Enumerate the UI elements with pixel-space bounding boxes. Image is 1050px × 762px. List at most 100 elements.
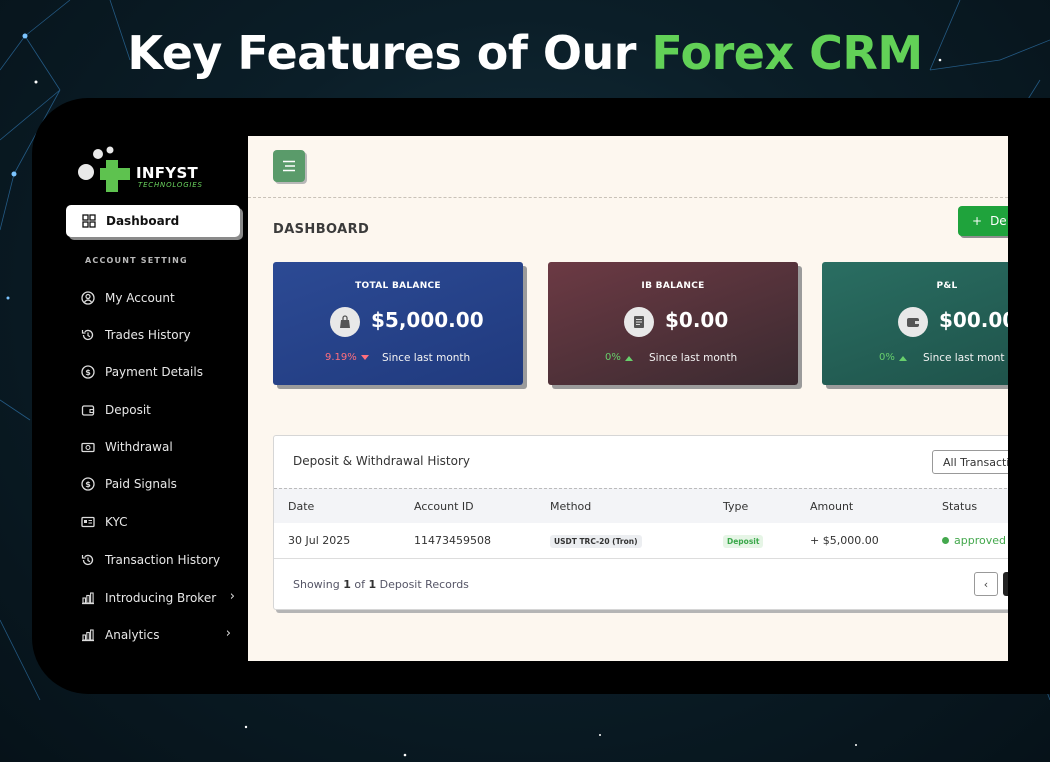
status-dot-icon	[942, 537, 949, 544]
records-total: 1	[368, 578, 377, 591]
sidebar-item-dashboard[interactable]: Dashboard	[66, 205, 240, 237]
deposit-withdrawal-history-panel: Deposit & Withdrawal History All Transac…	[273, 435, 1008, 610]
brand-name: INFYST	[136, 164, 199, 182]
cell-date: 30 Jul 2025	[288, 534, 351, 547]
table-header: Date Account ID Method Type Amount Statu…	[274, 488, 1008, 523]
sidebar-section-heading: ACCOUNT SETTING	[85, 256, 188, 265]
svg-text:$: $	[85, 368, 91, 377]
dollar-circle-icon: $	[81, 365, 95, 379]
ledger-icon	[624, 307, 654, 337]
top-bar	[248, 136, 1008, 198]
method-badge: USDT TRC-20 (Tron)	[550, 535, 642, 548]
chevron-right-icon: ›	[229, 589, 235, 604]
sidebar-item-label: Transaction History	[105, 553, 221, 567]
card-change: 0%	[605, 352, 633, 363]
table-row[interactable]: 30 Jul 2025 11473459508 USDT TRC-20 (Tro…	[274, 523, 1008, 559]
card-value: $00.00	[939, 308, 1008, 332]
records-summary-middle: of	[354, 578, 365, 591]
sidebar-item-paid-signals[interactable]: $ Paid Signals	[81, 473, 231, 495]
column-header-type[interactable]: Type	[723, 500, 748, 513]
caret-down-icon	[360, 354, 369, 360]
card-value: $5,000.00	[371, 308, 484, 332]
sidebar-item-transaction-history[interactable]: Transaction History	[81, 549, 231, 571]
sidebar-item-payment-details[interactable]: $ Payment Details	[81, 361, 231, 383]
card-change: 9.19%	[325, 352, 369, 363]
bar-chart-icon	[82, 592, 94, 605]
bag-icon	[330, 307, 360, 337]
sidebar-item-trades-history[interactable]: Trades History	[81, 324, 231, 346]
hamburger-icon	[283, 160, 295, 172]
sidebar-item-label: Paid Signals	[105, 477, 177, 491]
status-label: approved	[954, 534, 1006, 547]
card-change: 0%	[879, 352, 907, 363]
transaction-filter-select[interactable]: All Transacti	[932, 450, 1008, 474]
caret-up-icon	[624, 355, 633, 361]
total-balance-card: TOTAL BALANCE $5,000.00 9.19% Since last…	[273, 262, 523, 385]
history-icon	[81, 554, 94, 566]
card-since: Since last mont	[923, 352, 1005, 364]
history-title: Deposit & Withdrawal History	[293, 454, 471, 468]
type-badge: Deposit	[723, 535, 764, 548]
records-current: 1	[343, 578, 351, 591]
bar-chart-icon	[82, 629, 94, 642]
records-summary-suffix: Deposit Records	[379, 578, 469, 591]
card-change-value: 9.19%	[325, 352, 357, 363]
pagination-prev-button[interactable]: ‹	[974, 572, 998, 596]
user-circle-icon	[81, 291, 95, 305]
page-title: DASHBOARD	[273, 222, 370, 237]
main-content: DASHBOARD + De TOTAL BALANCE $5,000.00 9…	[248, 136, 1008, 661]
cell-account-id: 11473459508	[414, 534, 491, 547]
deposit-button[interactable]: + De	[958, 206, 1008, 236]
column-header-account-id[interactable]: Account ID	[414, 500, 474, 513]
app-window: INFYST TECHNOLOGIES Dashboard ACCOUNT SE…	[32, 98, 1050, 694]
sidebar: INFYST TECHNOLOGIES Dashboard ACCOUNT SE…	[32, 98, 248, 694]
card-title: IB BALANCE	[641, 281, 705, 291]
wallet-icon	[81, 405, 95, 416]
sidebar-item-deposit[interactable]: Deposit	[81, 399, 231, 421]
grid-icon	[82, 214, 96, 228]
sidebar-item-kyc[interactable]: KYC	[81, 511, 231, 533]
sidebar-item-label: Analytics	[105, 628, 160, 642]
chevron-right-icon: ›	[225, 626, 231, 641]
sidebar-item-withdrawal[interactable]: Withdrawal	[81, 436, 231, 458]
sidebar-item-label: My Account	[105, 291, 175, 305]
column-header-status[interactable]: Status	[942, 500, 977, 513]
headline-prefix: Key Features of Our	[127, 26, 636, 80]
status-badge: approved	[942, 534, 1006, 547]
headline-accent: Forex CRM	[651, 26, 923, 80]
sidebar-item-label: Payment Details	[105, 365, 203, 379]
deposit-button-label: De	[990, 214, 1007, 228]
sidebar-item-label: KYC	[105, 515, 128, 529]
sidebar-item-label: Deposit	[105, 403, 151, 417]
column-header-amount[interactable]: Amount	[810, 500, 853, 513]
svg-text:$: $	[85, 480, 91, 489]
dollar-circle-icon: $	[81, 477, 95, 491]
card-change-value: 0%	[605, 352, 621, 363]
wallet-icon	[898, 307, 928, 337]
card-change-value: 0%	[879, 352, 895, 363]
card-title: P&L	[936, 281, 958, 291]
card-since: Since last month	[649, 352, 738, 364]
sidebar-item-label: Introducing Broker	[105, 591, 217, 605]
cell-amount: + $5,000.00	[810, 534, 879, 547]
sidebar-item-my-account[interactable]: My Account	[81, 287, 231, 309]
sidebar-item-analytics[interactable]: Analytics ›	[81, 624, 231, 646]
ib-balance-card: IB BALANCE $0.00 0% Since last month	[548, 262, 798, 385]
card-since: Since last month	[382, 352, 471, 364]
headline: Key Features of Our Forex CRM	[0, 26, 1050, 80]
caret-up-icon	[898, 355, 907, 361]
pnl-card: P&L $00.00 0% Since last mont	[822, 262, 1008, 385]
records-summary-prefix: Showing	[293, 578, 340, 591]
menu-toggle-button[interactable]	[273, 150, 305, 182]
records-summary: Showing 1 of 1 Deposit Records	[293, 578, 469, 591]
id-card-icon	[81, 516, 95, 528]
column-header-method[interactable]: Method	[550, 500, 591, 513]
sidebar-item-label: Withdrawal	[105, 440, 173, 454]
history-icon	[81, 329, 94, 341]
card-title: TOTAL BALANCE	[355, 281, 441, 291]
pagination-page-button[interactable]	[1003, 572, 1008, 596]
column-header-date[interactable]: Date	[288, 500, 314, 513]
sidebar-item-label: Dashboard	[106, 214, 180, 228]
sidebar-item-label: Trades History	[105, 328, 191, 342]
sidebar-item-introducing-broker[interactable]: Introducing Broker ›	[81, 587, 235, 609]
